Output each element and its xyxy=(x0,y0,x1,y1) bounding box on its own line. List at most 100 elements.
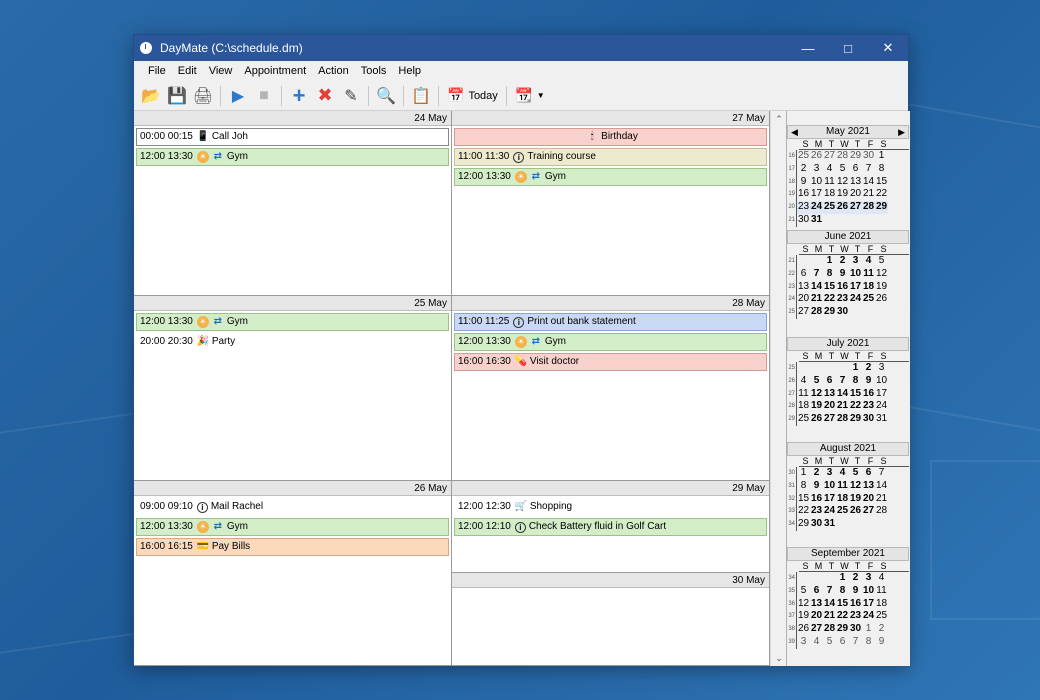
calendar-day[interactable]: 19 xyxy=(810,400,823,413)
calendar-day[interactable]: 14 xyxy=(823,598,836,611)
calendar-day[interactable]: 15 xyxy=(875,176,888,189)
print-icon[interactable]: 🖨 xyxy=(190,83,216,109)
calendar-day[interactable]: 10 xyxy=(823,480,836,493)
calendar-day[interactable]: 13 xyxy=(849,176,862,189)
calendar-day[interactable]: 7 xyxy=(823,585,836,598)
calendar-day[interactable]: 2 xyxy=(862,362,875,375)
calendar-day[interactable]: 4 xyxy=(810,636,823,649)
calendar-day[interactable]: 17 xyxy=(823,493,836,506)
vertical-scrollbar[interactable]: ⌃ ⌄ xyxy=(770,111,786,666)
calendar-day[interactable]: 4 xyxy=(823,163,836,176)
appointment[interactable]: 12:00 13:30 ☀ ⇄ Gym xyxy=(136,148,449,166)
calendar-day[interactable]: 16 xyxy=(836,281,849,294)
calendar-day[interactable]: 25 xyxy=(836,505,849,518)
calendar-day[interactable]: 29 xyxy=(849,150,862,163)
day-panel[interactable]: 25 May 12:00 13:30 ☀ ⇄ Gym 20:00 20:30 🎉 Party xyxy=(134,296,452,481)
calendar-day[interactable]: 23 xyxy=(836,293,849,306)
scroll-down-icon[interactable]: ⌄ xyxy=(771,650,787,666)
calendar-view-icon[interactable]: 📆 xyxy=(511,83,537,109)
day-panel[interactable]: 28 May 11:00 11:25 i Print out bank stateme… xyxy=(452,296,770,481)
delete-icon[interactable]: ✖ xyxy=(312,83,338,109)
edit-icon[interactable]: ✎ xyxy=(338,83,364,109)
calendar-day[interactable]: 27 xyxy=(823,413,836,426)
calendar-day[interactable]: 30 xyxy=(810,518,823,531)
appointment[interactable]: 16:00 16:15 💳 Pay Bills xyxy=(136,538,449,556)
calendar-day[interactable]: 25 xyxy=(797,150,810,163)
calendar-day[interactable]: 29 xyxy=(875,201,888,214)
calendar-day[interactable]: 25 xyxy=(823,201,836,214)
calendar-day[interactable]: 23 xyxy=(862,400,875,413)
task-list-icon[interactable]: 📋 xyxy=(408,83,434,109)
calendar-day[interactable]: 9 xyxy=(810,480,823,493)
calendar-day[interactable]: 7 xyxy=(875,467,888,480)
calendar-day[interactable]: 9 xyxy=(875,636,888,649)
calendar-day[interactable]: 12 xyxy=(849,480,862,493)
appointment[interactable]: 🕯 Birthday xyxy=(454,128,767,146)
calendar-day[interactable]: 2 xyxy=(810,467,823,480)
calendar-day[interactable]: 24 xyxy=(823,505,836,518)
calendar-day[interactable]: 18 xyxy=(823,188,836,201)
calendar-day[interactable]: 25 xyxy=(862,293,875,306)
appointment[interactable]: 12:00 13:30 ☀ ⇄ Gym xyxy=(454,333,767,351)
calendar-day[interactable]: 4 xyxy=(836,467,849,480)
calendar-day[interactable]: 6 xyxy=(797,268,810,281)
calendar-day[interactable]: 9 xyxy=(849,585,862,598)
calendar-day[interactable]: 3 xyxy=(849,255,862,268)
calendar-day[interactable]: 30 xyxy=(836,306,849,319)
calendar-day[interactable]: 17 xyxy=(849,281,862,294)
calendar-day[interactable]: 3 xyxy=(810,163,823,176)
calendar-day[interactable]: 1 xyxy=(823,255,836,268)
calendar-day[interactable]: 10 xyxy=(875,375,888,388)
calendar-day[interactable]: 29 xyxy=(797,518,810,531)
calendar-day[interactable]: 2 xyxy=(875,623,888,636)
calendar-day[interactable]: 12 xyxy=(797,598,810,611)
appointment[interactable]: 11:00 11:25 i Print out bank statement xyxy=(454,313,767,331)
calendar-day[interactable]: 2 xyxy=(797,163,810,176)
calendar-day[interactable]: 25 xyxy=(875,610,888,623)
calendar-day[interactable]: 7 xyxy=(836,375,849,388)
calendar-day[interactable]: 19 xyxy=(797,610,810,623)
calendar-day[interactable]: 30 xyxy=(797,214,810,227)
play-icon[interactable]: ▶ xyxy=(225,83,251,109)
calendar-day[interactable]: 19 xyxy=(849,493,862,506)
calendar-day[interactable]: 22 xyxy=(836,610,849,623)
calendar-day[interactable]: 22 xyxy=(797,505,810,518)
calendar-day[interactable]: 17 xyxy=(862,598,875,611)
calendar-day[interactable]: 21 xyxy=(810,293,823,306)
calendar-day[interactable]: 13 xyxy=(862,480,875,493)
calendar-day[interactable]: 10 xyxy=(862,585,875,598)
appointment[interactable]: 00:00 00:15 📱 Call Joh xyxy=(136,128,449,146)
today-button[interactable]: 📅 Today xyxy=(443,83,502,109)
calendar-day[interactable]: 10 xyxy=(849,268,862,281)
calendar-day[interactable]: 17 xyxy=(810,188,823,201)
calendar-day[interactable]: 2 xyxy=(836,255,849,268)
calendar-day[interactable]: 9 xyxy=(797,176,810,189)
calendar-day[interactable]: 4 xyxy=(862,255,875,268)
calendar-day[interactable]: 23 xyxy=(849,610,862,623)
calendar-day[interactable]: 13 xyxy=(823,388,836,401)
calendar-day[interactable]: 14 xyxy=(862,176,875,189)
day-panel[interactable]: 24 May 00:00 00:15 📱 Call Joh 12:00 13:30 ☀ ⇄ G… xyxy=(134,111,452,296)
calendar-day[interactable]: 3 xyxy=(797,636,810,649)
calendar-day[interactable]: 16 xyxy=(862,388,875,401)
appointment[interactable]: 20:00 20:30 🎉 Party xyxy=(136,333,449,351)
calendar-day[interactable]: 8 xyxy=(862,636,875,649)
calendar-day[interactable]: 8 xyxy=(823,268,836,281)
calendar-day[interactable]: 15 xyxy=(836,598,849,611)
calendar-day[interactable]: 2 xyxy=(849,572,862,585)
day-panel[interactable]: 27 May 🕯 Birthday 11:00 11:30 i Training cour… xyxy=(452,111,770,296)
calendar-day[interactable]: 29 xyxy=(849,413,862,426)
menu-appointment[interactable]: Appointment xyxy=(238,65,312,77)
calendar-day[interactable]: 26 xyxy=(810,150,823,163)
calendar-day[interactable]: 6 xyxy=(849,163,862,176)
calendar-day[interactable]: 26 xyxy=(836,201,849,214)
calendar-day[interactable]: 27 xyxy=(823,150,836,163)
calendar-day[interactable]: 14 xyxy=(810,281,823,294)
search-icon[interactable]: 🔍 xyxy=(373,83,399,109)
calendar-day[interactable]: 20 xyxy=(849,188,862,201)
calendar-day[interactable]: 7 xyxy=(862,163,875,176)
calendar-day[interactable]: 30 xyxy=(849,623,862,636)
calendar-day[interactable]: 4 xyxy=(797,375,810,388)
calendar-day[interactable]: 31 xyxy=(875,413,888,426)
appointment[interactable]: 09:00 09:10 i Mail Rachel xyxy=(136,498,449,516)
